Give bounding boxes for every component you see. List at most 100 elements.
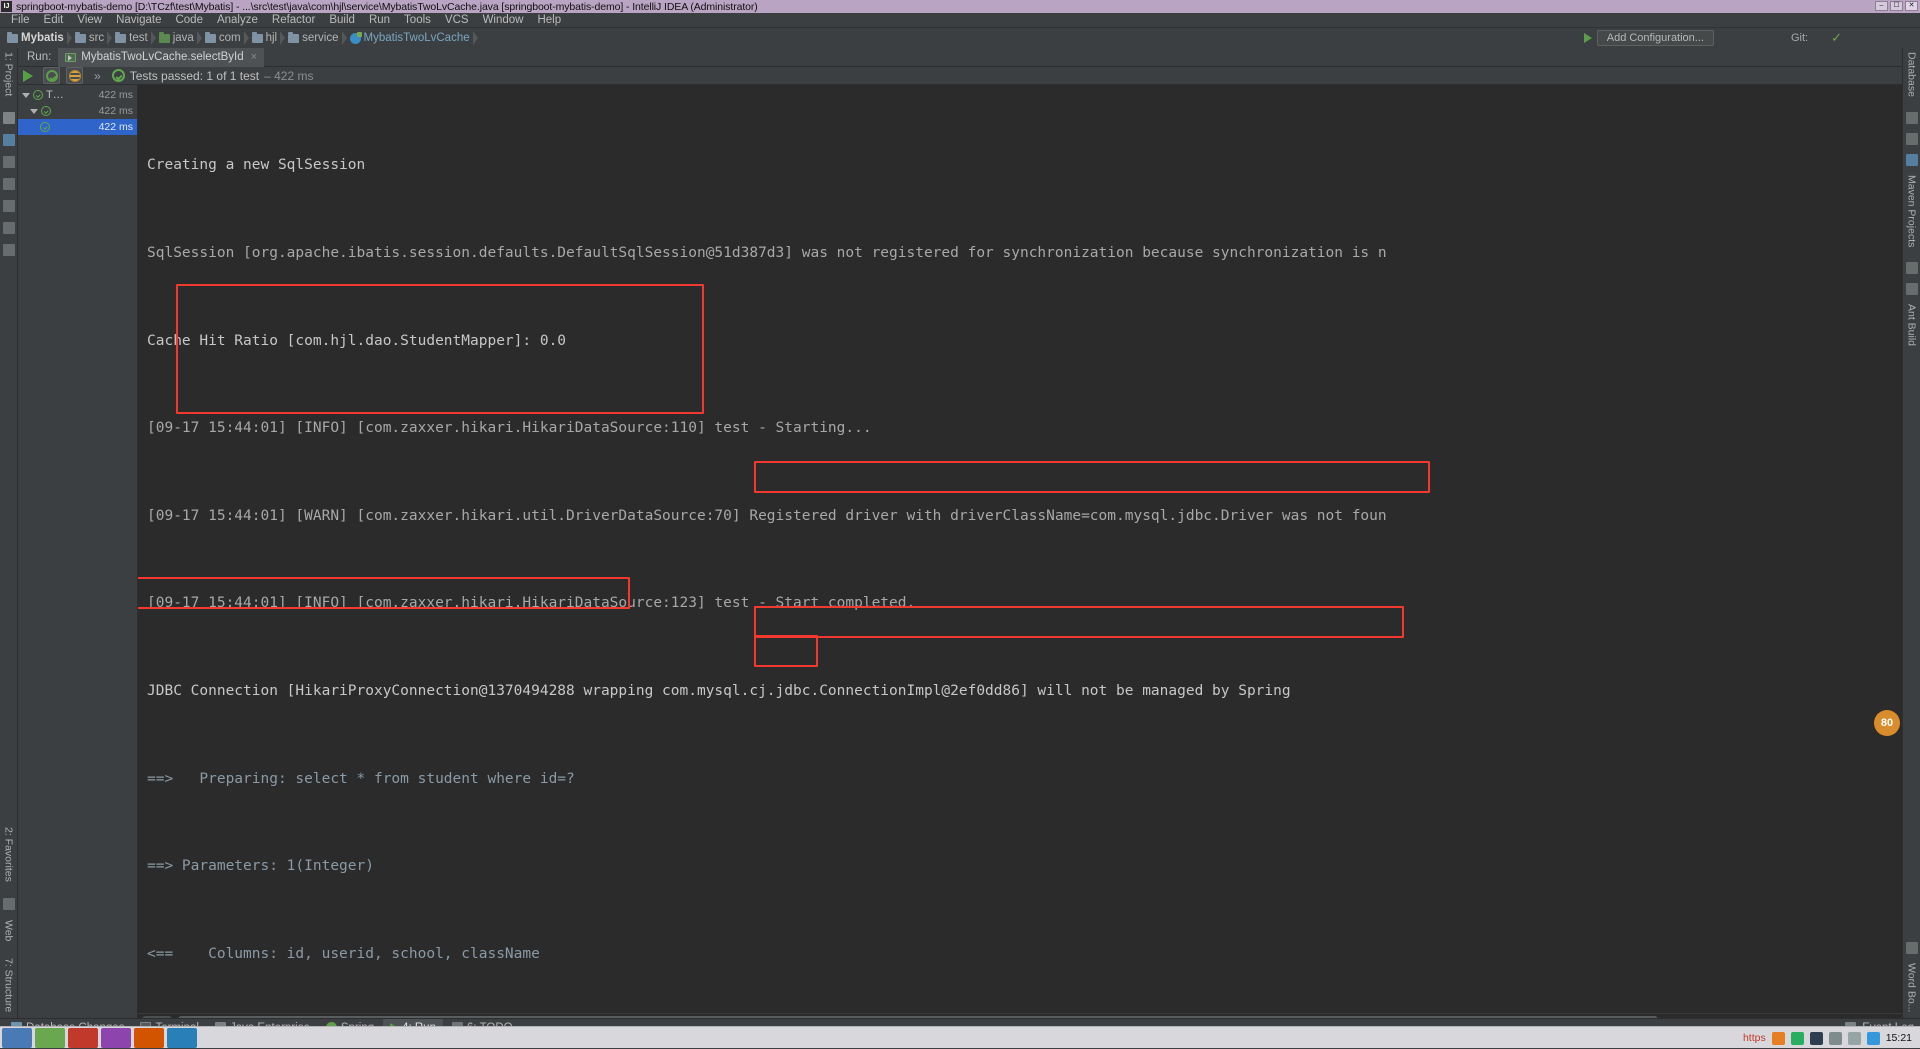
tab-run-configuration[interactable]: MybatisTwoLvCache.selectById × [58, 48, 264, 67]
menu-vcs[interactable]: VCS [438, 13, 476, 28]
tray-icon-4[interactable] [1829, 1032, 1842, 1045]
git-rollback-icon[interactable] [1865, 32, 1878, 45]
tray-icon-1[interactable] [1772, 1032, 1785, 1045]
layout-icon[interactable] [1906, 942, 1918, 954]
breadcrumb-java[interactable]: java [156, 29, 202, 47]
close-button[interactable]: ✕ [1905, 1, 1918, 11]
minimize-button[interactable]: – [1875, 1, 1888, 11]
git-update-icon[interactable] [1813, 32, 1826, 45]
menu-tools[interactable]: Tools [397, 13, 438, 28]
chevron-down-icon[interactable] [30, 109, 38, 114]
run-window-header: Run: MybatisTwoLvCache.selectById × [18, 48, 1902, 67]
commit-icon[interactable] [3, 134, 15, 146]
taskbar-app-2[interactable] [35, 1028, 65, 1048]
breadcrumb-project[interactable]: Mybatis [4, 29, 72, 47]
project-files-icon[interactable] [3, 112, 15, 124]
star-icon[interactable] [3, 898, 15, 910]
menu-file[interactable]: File [4, 13, 37, 28]
collapse-icon[interactable] [1906, 112, 1918, 124]
run-tab-label: MybatisTwoLvCache.selectById [81, 51, 243, 63]
close-icon[interactable]: × [251, 51, 257, 63]
menu-edit[interactable]: Edit [37, 13, 71, 28]
menu-build[interactable]: Build [322, 13, 362, 28]
gear-icon[interactable] [1845, 51, 1857, 63]
build-hammer-icon[interactable] [1584, 33, 1592, 43]
rerun-tests-icon[interactable] [23, 70, 33, 82]
intellij-logo-icon: IJ [1, 1, 12, 12]
run-content: T… 422 ms 422 ms 422 ms [18, 85, 1902, 1018]
tray-icon-2[interactable] [1791, 1032, 1804, 1045]
git-history-icon[interactable] [1847, 32, 1860, 45]
bookmarks-icon[interactable] [3, 156, 15, 168]
pin-icon[interactable] [3, 244, 15, 256]
taskbar-app-6[interactable] [167, 1028, 197, 1048]
console-output[interactable]: Creating a new SqlSession SqlSession [or… [138, 85, 1902, 1013]
breadcrumb-service[interactable]: service [285, 29, 346, 47]
expand-icon[interactable] [1906, 133, 1918, 145]
hide-icon[interactable] [1885, 51, 1897, 63]
grid-icon[interactable] [3, 222, 15, 234]
settings-gear-icon[interactable] [1883, 32, 1896, 45]
maximize-button[interactable]: ☐ [1890, 1, 1903, 11]
notification-badge[interactable]: 80 [1874, 710, 1900, 736]
menu-navigate[interactable]: Navigate [109, 13, 168, 28]
taskbar-app-5[interactable] [134, 1028, 164, 1048]
stop-icon[interactable] [1773, 32, 1786, 45]
window-controls: – ☐ ✕ [1875, 1, 1918, 11]
search-icon[interactable] [1901, 32, 1914, 45]
tree-row-method[interactable]: 422 ms [18, 119, 137, 135]
menu-code[interactable]: Code [168, 13, 210, 28]
screenshot-icon[interactable] [3, 178, 15, 190]
breadcrumb-label: service [302, 32, 338, 44]
folder-icon [205, 34, 216, 43]
menu-analyze[interactable]: Analyze [210, 13, 265, 28]
delete-icon[interactable] [1906, 283, 1918, 295]
sidebar-item-favorites[interactable]: 2: Favorites [3, 827, 15, 882]
menu-refactor[interactable]: Refactor [265, 13, 322, 28]
sidebar-item-database[interactable]: Database [1906, 52, 1918, 97]
sidebar-item-ant[interactable]: Ant Build [1906, 304, 1918, 346]
tray-icon-5[interactable] [1848, 1032, 1861, 1045]
sidebar-item-web[interactable]: Web [3, 920, 15, 941]
add-configuration-button[interactable]: Add Configuration... [1597, 30, 1714, 46]
taskbar-app-4[interactable] [101, 1028, 131, 1048]
breadcrumb-test[interactable]: test [112, 29, 156, 47]
tray-icon-3[interactable] [1810, 1032, 1823, 1045]
run-window-label: Run: [18, 51, 58, 63]
sidebar-item-maven[interactable]: Maven Projects [1906, 175, 1918, 247]
run-icon[interactable] [1719, 32, 1732, 45]
breadcrumb-label: test [129, 32, 148, 44]
print-icon[interactable] [1906, 262, 1918, 274]
export-icon[interactable] [3, 200, 15, 212]
sidebar-item-word[interactable]: Word Bo... [1906, 963, 1918, 1012]
sidebar-item-structure[interactable]: 7: Structure [3, 958, 15, 1012]
menu-run[interactable]: Run [362, 13, 397, 28]
test-passed-icon [40, 122, 50, 132]
menu-help[interactable]: Help [530, 13, 568, 28]
sort-by-duration-toggle[interactable] [66, 67, 83, 84]
run-tool-window: Run: MybatisTwoLvCache.selectById × » [18, 48, 1902, 1018]
minimize-icon[interactable] [1865, 51, 1877, 63]
breadcrumb-src[interactable]: src [72, 29, 112, 47]
show-passed-toggle[interactable] [43, 67, 60, 84]
breadcrumb-class[interactable]: MybatisTwoLvCache [347, 29, 478, 47]
breadcrumb-com[interactable]: com [202, 29, 249, 47]
tray-icon-6[interactable] [1867, 1032, 1880, 1045]
chevron-down-icon[interactable] [22, 93, 30, 98]
menu-view[interactable]: View [70, 13, 109, 28]
coverage-icon[interactable] [1755, 32, 1768, 45]
debug-icon[interactable] [1737, 32, 1750, 45]
maven-refresh-icon[interactable] [1906, 154, 1918, 166]
tree-row-class[interactable]: 422 ms [18, 103, 137, 119]
test-passed-icon [41, 106, 51, 116]
expand-chevron-icon[interactable]: » [89, 69, 106, 83]
sidebar-item-project[interactable]: 1: Project [3, 52, 15, 96]
tree-row-suite[interactable]: T… 422 ms [18, 87, 137, 103]
breadcrumb-hjl[interactable]: hjl [249, 29, 286, 47]
menu-window[interactable]: Window [476, 13, 531, 28]
console-line: ==> Preparing: select * from student whe… [147, 765, 1902, 794]
taskbar-clock[interactable]: 15:21 [1886, 1032, 1912, 1044]
taskbar-app-3[interactable] [68, 1028, 98, 1048]
taskbar-app-1[interactable] [2, 1028, 32, 1048]
git-commit-icon[interactable]: ✓ [1831, 30, 1842, 46]
